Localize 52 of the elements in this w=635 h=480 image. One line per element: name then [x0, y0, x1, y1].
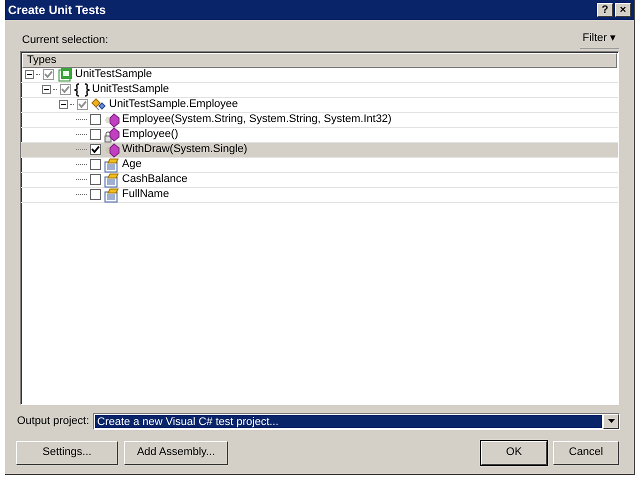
- project-icon: [57, 66, 73, 82]
- close-button[interactable]: ×: [615, 3, 631, 17]
- item-label: UnitTestSample.Employee: [108, 97, 240, 112]
- item-label: Employee(): [121, 127, 180, 142]
- tree-item[interactable]: Age: [21, 158, 618, 172]
- checkbox[interactable]: [90, 129, 101, 140]
- checkbox[interactable]: [90, 144, 101, 155]
- method-icon: [104, 112, 120, 128]
- dialog-button[interactable]: Add Assembly...: [124, 440, 228, 464]
- item-label: WithDraw(System.Single): [121, 142, 248, 158]
- tree-item[interactable]: UnitTestSample.Employee: [21, 98, 618, 112]
- method-icon: [104, 142, 120, 158]
- dialog-button[interactable]: OK: [481, 440, 547, 464]
- item-label: CashBalance: [121, 172, 188, 188]
- checkbox[interactable]: [77, 99, 88, 110]
- tree-item[interactable]: Employee(System.String, System.String, System.Int32): [21, 112, 618, 128]
- current-selection-label: Current selection:: [22, 33, 108, 48]
- window-title: Create Unit Tests: [8, 2, 107, 19]
- class-icon: [91, 96, 107, 112]
- locked-method-icon: [104, 126, 120, 142]
- item-label: FullName: [121, 187, 170, 202]
- expander-button[interactable]: [25, 70, 34, 79]
- output-project-label: Output project:: [17, 414, 90, 429]
- expander-button[interactable]: [59, 100, 68, 109]
- help-button[interactable]: ?: [597, 3, 613, 17]
- output-project-combobox[interactable]: Create a new Visual C# test project...: [93, 412, 620, 430]
- expander-button[interactable]: [42, 85, 51, 94]
- tree-item[interactable]: FullName: [21, 188, 618, 202]
- item-label: Employee(System.String, System.String, System.Int32): [121, 112, 393, 128]
- tree-item[interactable]: WithDraw(System.Single): [21, 142, 618, 158]
- tree-item[interactable]: UnitTestSample: [21, 82, 618, 98]
- braces-icon: [74, 82, 90, 98]
- column-header: Types: [22, 52, 617, 68]
- caret-icon: [608, 419, 614, 423]
- property-icon: [104, 172, 120, 188]
- checkbox[interactable]: [60, 84, 71, 95]
- dialog-button[interactable]: Cancel: [553, 440, 619, 464]
- item-label: UnitTestSample: [91, 82, 170, 98]
- checkbox[interactable]: [90, 159, 101, 170]
- checkbox[interactable]: [90, 174, 101, 185]
- item-label: Age: [121, 157, 143, 172]
- checkbox[interactable]: [90, 114, 101, 125]
- dialog-button[interactable]: Settings...: [16, 440, 118, 464]
- checkbox[interactable]: [43, 69, 54, 80]
- tree-item[interactable]: CashBalance: [21, 172, 618, 188]
- dropdown-button[interactable]: [603, 414, 619, 428]
- checkbox[interactable]: [90, 189, 101, 200]
- tree-item[interactable]: UnitTestSample: [21, 68, 618, 82]
- filter-button[interactable]: Filter ▾: [580, 30, 619, 48]
- property-icon: [104, 186, 120, 202]
- property-icon: [104, 156, 120, 172]
- item-label: UnitTestSample: [74, 67, 154, 82]
